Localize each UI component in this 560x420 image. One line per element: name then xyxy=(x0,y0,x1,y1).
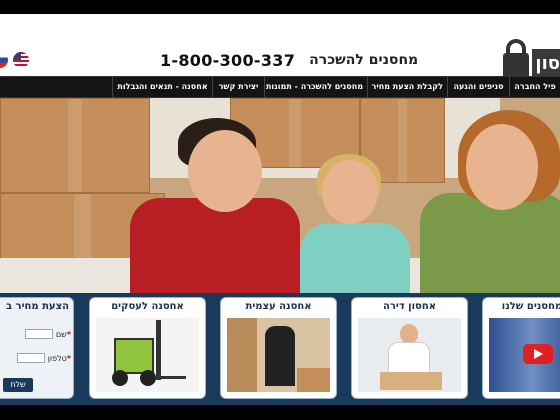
play-icon[interactable] xyxy=(523,344,553,364)
tagline: מחסנים להשכרה xyxy=(309,52,419,68)
bottom-bar xyxy=(0,405,560,420)
main-nav: אחסנה - תנאים והגבלות יצירת קשר מחסנים ל… xyxy=(0,76,560,98)
quote-form: הצעת מחיר ב *שם *טלפון שלח xyxy=(0,297,74,399)
name-label: *שם xyxy=(55,329,71,339)
hero-image xyxy=(0,98,560,298)
nav-item-company[interactable]: פיל החברה xyxy=(509,77,560,97)
flag-us-icon[interactable] xyxy=(13,52,29,68)
phone-field[interactable] xyxy=(16,353,45,363)
self-storage-image xyxy=(227,318,330,392)
submit-button[interactable]: שלח xyxy=(3,378,33,392)
nav-item-photos[interactable]: מחסנים להשכרה - תמונות xyxy=(264,77,367,97)
card-our-warehouses[interactable]: מחסנים שלנו xyxy=(482,297,560,399)
phone-label: *טלפון xyxy=(47,353,71,363)
contact-strip: 1-800-300-337 מחסנים להשכרה xyxy=(160,49,418,71)
name-field[interactable] xyxy=(24,329,53,339)
card-title: אחסנה לעסקים xyxy=(111,301,184,312)
card-self-storage[interactable]: אחסנה עצמית xyxy=(220,297,337,399)
flag-ru-icon[interactable] xyxy=(0,52,8,68)
site-header: 1-800-300-337 מחסנים להשכרה סון כל xyxy=(0,14,560,81)
forklift-image xyxy=(96,318,199,392)
warehouse-video-thumbnail xyxy=(489,318,560,392)
card-title: אחסון דירה xyxy=(382,301,436,312)
card-title: אחסנה עצמית xyxy=(245,301,312,312)
nav-list: אחסנה - תנאים והגבלות יצירת קשר מחסנים ל… xyxy=(0,77,560,97)
card-business-storage[interactable]: אחסנה לעסקים xyxy=(89,297,206,399)
nav-item-terms[interactable]: אחסנה - תנאים והגבלות xyxy=(112,77,212,97)
card-apartment-storage[interactable]: אחסון דירה xyxy=(351,297,468,399)
nav-item-quote[interactable]: לקבלת הצעת מחיר xyxy=(367,77,447,97)
feature-cards: הצעת מחיר ב *שם *טלפון שלח אחסנה לעסקים … xyxy=(0,293,560,405)
cardboard-box xyxy=(0,98,150,193)
card-title: מחסנים שלנו xyxy=(501,301,560,312)
nav-item-contact[interactable]: יצירת קשר xyxy=(212,77,264,97)
quote-form-title: הצעת מחיר ב xyxy=(5,301,69,312)
nav-item-branches[interactable]: סניפים והגעה xyxy=(447,77,509,97)
apartment-storage-image xyxy=(358,318,461,392)
top-bar xyxy=(0,0,560,14)
phone-number[interactable]: 1-800-300-337 xyxy=(160,51,295,70)
